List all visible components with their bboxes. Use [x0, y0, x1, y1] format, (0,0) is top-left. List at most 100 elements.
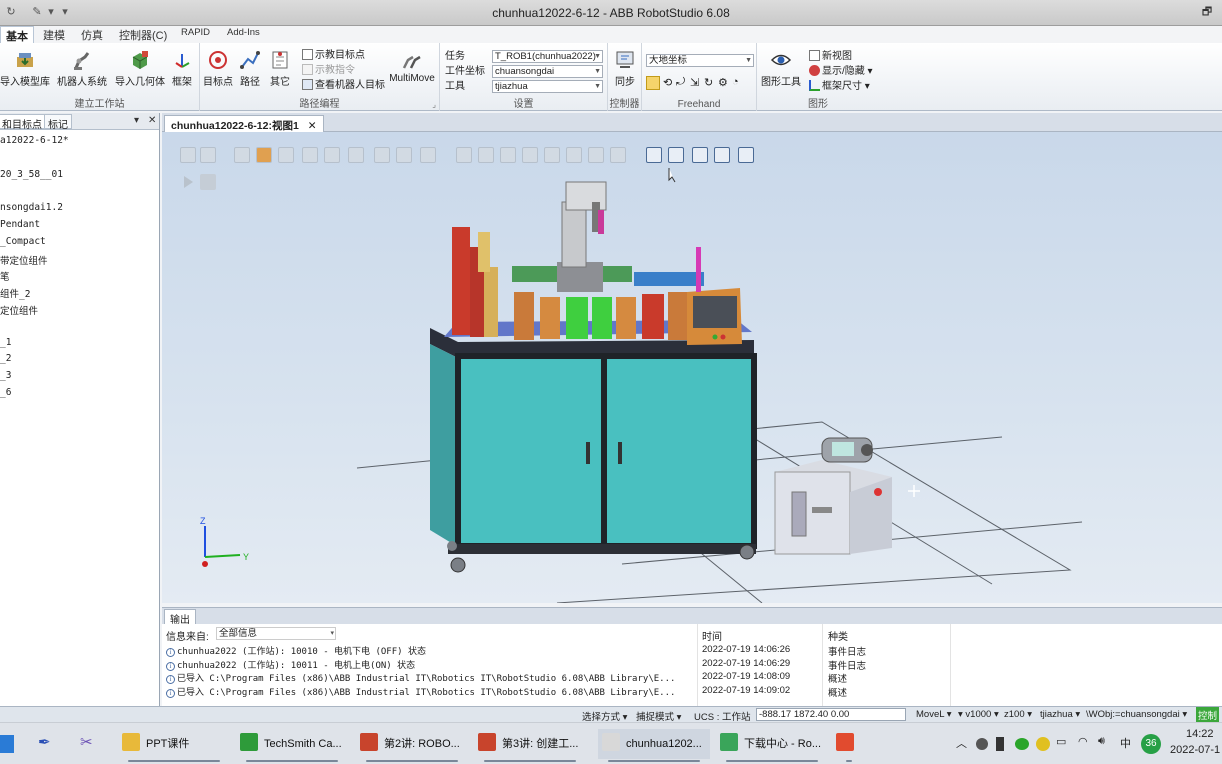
output-row[interactable]: i 已导入 C:\Program Files (x86)\ABB Industri…: [166, 671, 675, 684]
move-instruction-select[interactable]: MoveL ▾: [916, 709, 952, 720]
tree-node[interactable]: _1: [0, 337, 11, 348]
source-filter-select[interactable]: 全部信息 ▾: [216, 627, 336, 640]
tab-tags[interactable]: 标记: [44, 114, 72, 131]
multimove-button[interactable]: MultiMove: [388, 49, 436, 84]
windows-taskbar: ✒ ✂ PPT课件 TechSmith Ca... 第2讲: ROBO... 第3讲:…: [0, 722, 1222, 764]
tool-status-select[interactable]: tjiazhua ▾: [1040, 709, 1080, 720]
group-build-station: 导入模型库 机器人系统 导入几何体 框架 建立工作站: [0, 43, 200, 111]
tab-modeling[interactable]: 建模: [38, 26, 70, 43]
tab-view1[interactable]: chunhua12022-6-12:视图1 ✕: [164, 115, 324, 132]
pen-tool-icon[interactable]: ✒: [38, 733, 56, 753]
paint-tool-icon[interactable]: ✂: [80, 733, 100, 753]
restore-button[interactable]: 🗗: [1198, 4, 1216, 20]
tool-status-value: tjiazhua: [1040, 709, 1073, 720]
output-row[interactable]: i chunhua2022 (工作站): 10010 - 电机下电 (OFF) 状…: [166, 644, 426, 657]
robot-system-button[interactable]: 机器人系统: [55, 49, 109, 88]
move-icon[interactable]: [646, 76, 660, 90]
chevron-down-icon: ▼: [745, 57, 752, 64]
taskbar-app[interactable]: 第2讲: ROBO...: [356, 729, 468, 762]
select-mode-button[interactable]: 选择方式 ▾: [582, 709, 627, 723]
tab-rapid[interactable]: RAPID: [176, 26, 215, 43]
speed-select[interactable]: ▾ v1000 ▾: [958, 709, 999, 720]
new-view-label: 新视图: [822, 51, 852, 62]
graphics-tools-label: 图形工具: [761, 77, 801, 88]
tree-node[interactable]: _2: [0, 353, 11, 364]
output-row[interactable]: i chunhua2022 (工作站): 10011 - 电机上电(ON) 状态: [166, 658, 415, 671]
taskbar-app[interactable]: [836, 729, 862, 762]
taskbar-app[interactable]: TechSmith Ca...: [236, 729, 348, 762]
target-button[interactable]: 目标点: [202, 49, 234, 88]
tree-node[interactable]: _Compact: [0, 236, 46, 247]
taskbar-app[interactable]: 第3讲: 创建工...: [474, 729, 586, 762]
wechat-icon[interactable]: [1015, 738, 1029, 750]
tree-node[interactable]: 笔: [0, 269, 10, 283]
snap-mode-button[interactable]: 捕捉模式 ▾: [636, 709, 681, 723]
close-icon[interactable]: ✕: [308, 120, 317, 132]
reference-frame-select[interactable]: 大地坐标 ▼: [646, 54, 754, 67]
show-hide-button[interactable]: 显示/隐藏 ▾: [809, 65, 873, 79]
graphics-tools-button[interactable]: 图形工具: [759, 49, 803, 88]
workobject-select[interactable]: chuansongdai ▼: [492, 65, 603, 78]
other-button[interactable]: 其它: [266, 49, 294, 88]
controller-status[interactable]: 控制: [1196, 707, 1220, 722]
import-library-button[interactable]: 导入模型库: [0, 49, 50, 88]
zone-select[interactable]: z100 ▾: [1004, 709, 1032, 720]
tree-node[interactable]: Pendant: [0, 219, 40, 230]
ime-indicator[interactable]: 中: [1120, 735, 1131, 751]
taskbar-app[interactable]: PPT课件: [118, 729, 230, 762]
tab-simulation[interactable]: 仿真: [76, 26, 108, 43]
app-icon: [602, 733, 620, 751]
rotate-icon[interactable]: ⟲: [663, 76, 672, 89]
tray-app2-icon[interactable]: [1036, 737, 1050, 751]
tree-node[interactable]: 20_3_58__01: [0, 169, 63, 180]
taskbar-app[interactable]: chunhua1202...: [598, 729, 710, 762]
tree-node[interactable]: 定位组件: [0, 303, 38, 317]
jog-linear-icon[interactable]: ⇲: [690, 76, 699, 89]
tree-node[interactable]: a12022-6-12*: [0, 135, 69, 146]
more-freehand-icon[interactable]: ◔: [732, 76, 739, 88]
output-message: 已导入 C:\Program Files (x86)\ABB Industria…: [177, 687, 676, 698]
panel-menu-icon[interactable]: ▾: [134, 115, 139, 126]
notification-badge[interactable]: 36: [1141, 734, 1161, 754]
tree-node[interactable]: 带定位组件: [0, 253, 48, 267]
clock-date[interactable]: 2022-07-1: [1170, 744, 1220, 756]
view-tab-label: chunhua12022-6-12:视图1: [171, 120, 299, 132]
tree-node[interactable]: _6: [0, 387, 11, 398]
clock-time[interactable]: 14:22: [1186, 728, 1214, 740]
frame-button[interactable]: 框架: [168, 49, 196, 88]
task-select[interactable]: T_ROB1(chunhua2022) ▼: [492, 50, 603, 63]
start-icon[interactable]: [0, 735, 14, 753]
tray-app-icon[interactable]: [976, 738, 988, 750]
tab-basic[interactable]: 基本: [0, 26, 34, 43]
frame-size-button[interactable]: 框架尺寸 ▾: [809, 80, 870, 94]
show-hide-label: 显示/隐藏: [822, 66, 865, 77]
tab-addins[interactable]: Add-Ins: [222, 26, 265, 43]
teach-target-button[interactable]: 示教目标点: [302, 49, 365, 63]
jog-reorient-icon[interactable]: ↻: [704, 76, 713, 89]
layout-panel: 和目标点 标记 ▾ ✕ a12022-6-12* 20_3_58__01nsong…: [0, 113, 160, 706]
taskbar-app[interactable]: 下载中心 - Ro...: [716, 729, 828, 762]
close-icon[interactable]: ✕: [148, 115, 156, 126]
output-category: 概述: [828, 674, 848, 685]
multi-robot-jog-icon[interactable]: ⚙: [718, 76, 728, 89]
volume-icon[interactable]: 🔊︎: [1098, 735, 1105, 748]
pen-tray-icon[interactable]: [996, 737, 1004, 751]
tree-node[interactable]: nsongdai1.2: [0, 202, 63, 213]
tree-node[interactable]: _3: [0, 370, 11, 381]
tab-paths-targets[interactable]: 和目标点: [0, 114, 46, 131]
path-button[interactable]: 路径: [236, 49, 264, 88]
view-robot-target-button[interactable]: 查看机器人目标: [302, 79, 385, 93]
import-geometry-button[interactable]: 导入几何体: [113, 49, 167, 88]
chevron-up-icon[interactable]: ︿: [956, 735, 967, 751]
3d-viewport[interactable]: Z Y: [162, 132, 1222, 603]
output-row[interactable]: i 已导入 C:\Program Files (x86)\ABB Industri…: [166, 685, 675, 698]
tab-controller[interactable]: 控制器(C): [114, 26, 172, 43]
wifi-icon[interactable]: ◠: [1078, 735, 1088, 748]
sync-button[interactable]: 同步: [610, 49, 640, 88]
jog-joint-icon[interactable]: ⤾: [676, 76, 685, 89]
new-view-button[interactable]: 新视图: [809, 50, 852, 64]
wobj-status-select[interactable]: \WObj:=chuansongdai ▾: [1086, 709, 1187, 720]
teach-instruction-button[interactable]: 示教指令: [302, 64, 355, 78]
tool-select[interactable]: tjiazhua ▼: [492, 80, 603, 93]
tree-node[interactable]: 组件_2: [0, 286, 30, 300]
